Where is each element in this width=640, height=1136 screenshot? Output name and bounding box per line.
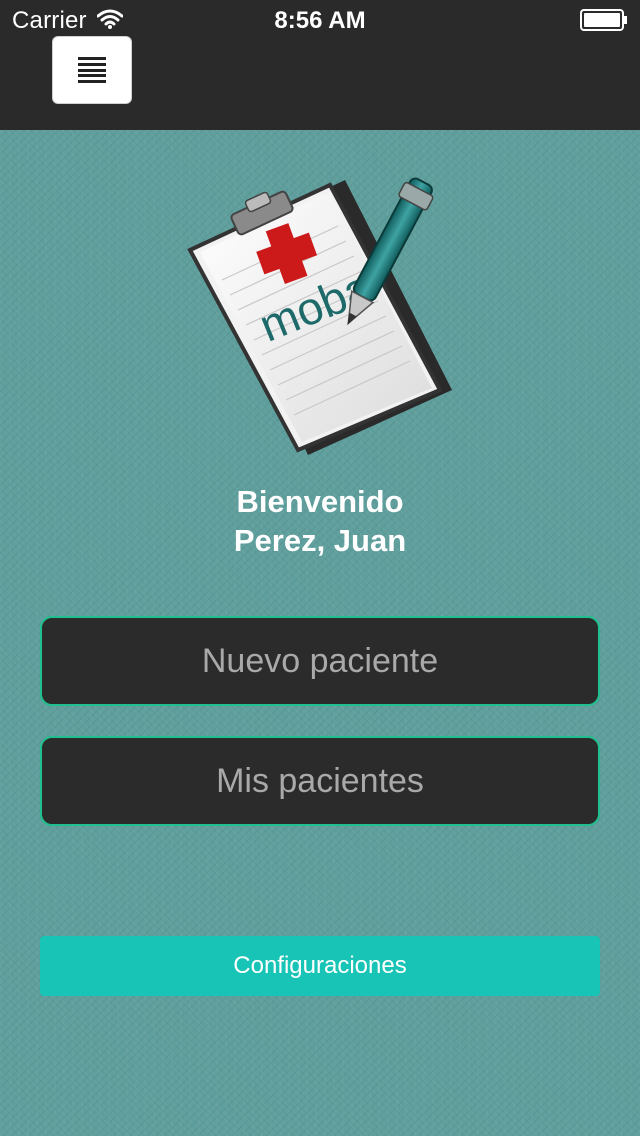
app-logo: moba xyxy=(187,177,452,455)
welcome-greeting: Bienvenido xyxy=(236,484,404,519)
welcome-user-name: Perez, Juan xyxy=(233,523,407,558)
new-patient-button[interactable]: Nuevo paciente xyxy=(40,616,600,706)
welcome-message: Bienvenido Perez, Juan xyxy=(0,482,640,560)
hamburger-menu-icon xyxy=(78,57,106,83)
status-time: 8:56 AM xyxy=(274,7,366,34)
settings-button[interactable]: Configuraciones xyxy=(40,936,600,996)
battery-icon xyxy=(580,9,627,31)
my-patients-button[interactable]: Mis pacientes xyxy=(40,736,600,826)
status-bar: Carrier 8:56 AM xyxy=(0,0,640,40)
menu-button[interactable] xyxy=(52,36,132,104)
